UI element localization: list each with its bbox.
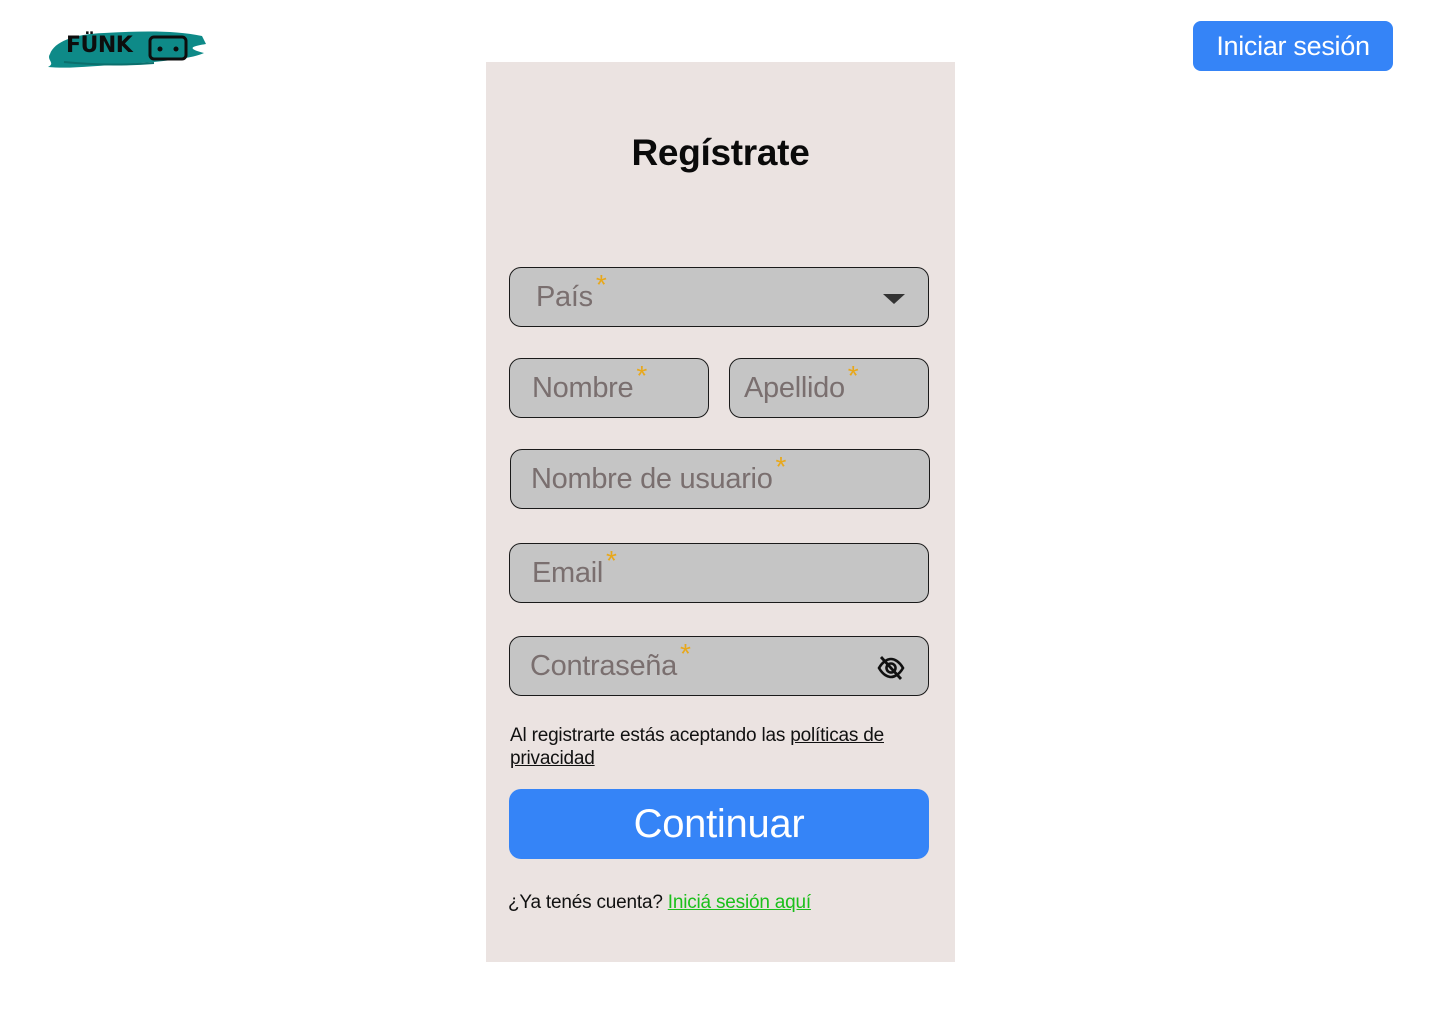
required-mark: * <box>606 545 617 576</box>
first-name-field[interactable]: Nombre * <box>509 358 709 418</box>
continue-button[interactable]: Continuar <box>509 789 929 859</box>
username-placeholder: Nombre de usuario <box>531 462 773 495</box>
login-link[interactable]: Iniciá sesión aquí <box>668 892 811 913</box>
brand-logo[interactable]: FÜNK <box>44 22 208 72</box>
email-field[interactable]: Email * <box>509 543 929 603</box>
last-name-placeholder: Apellido <box>744 371 845 404</box>
country-placeholder: País <box>536 280 593 313</box>
last-name-field[interactable]: Apellido * <box>729 358 929 418</box>
email-placeholder: Email <box>532 556 604 589</box>
register-card: Regístrate País * Nombre * Apellido * No… <box>486 62 955 962</box>
privacy-notice: Al registrarte estás aceptando las polít… <box>510 724 910 770</box>
eye-off-icon[interactable] <box>877 655 905 681</box>
password-placeholder: Contraseña <box>530 649 677 682</box>
password-field[interactable]: Contraseña * <box>509 636 929 696</box>
header-login-button[interactable]: Iniciar sesión <box>1193 21 1393 71</box>
logo-text: FÜNK <box>66 33 133 58</box>
required-mark: * <box>595 269 607 300</box>
username-field[interactable]: Nombre de usuario * <box>510 449 930 509</box>
required-mark: * <box>636 360 648 391</box>
required-mark: * <box>847 360 859 391</box>
chevron-down-icon[interactable] <box>883 294 905 304</box>
required-mark: * <box>775 451 787 482</box>
required-mark: * <box>679 638 691 669</box>
first-name-placeholder: Nombre <box>532 371 634 404</box>
country-select[interactable]: País * <box>509 267 929 327</box>
login-prompt: ¿Ya tenés cuenta? Iniciá sesión aquí <box>508 892 811 914</box>
have-account-text: ¿Ya tenés cuenta? <box>508 892 668 913</box>
policy-text: Al registrarte estás aceptando las <box>510 725 791 746</box>
page-title: Regístrate <box>631 132 810 173</box>
